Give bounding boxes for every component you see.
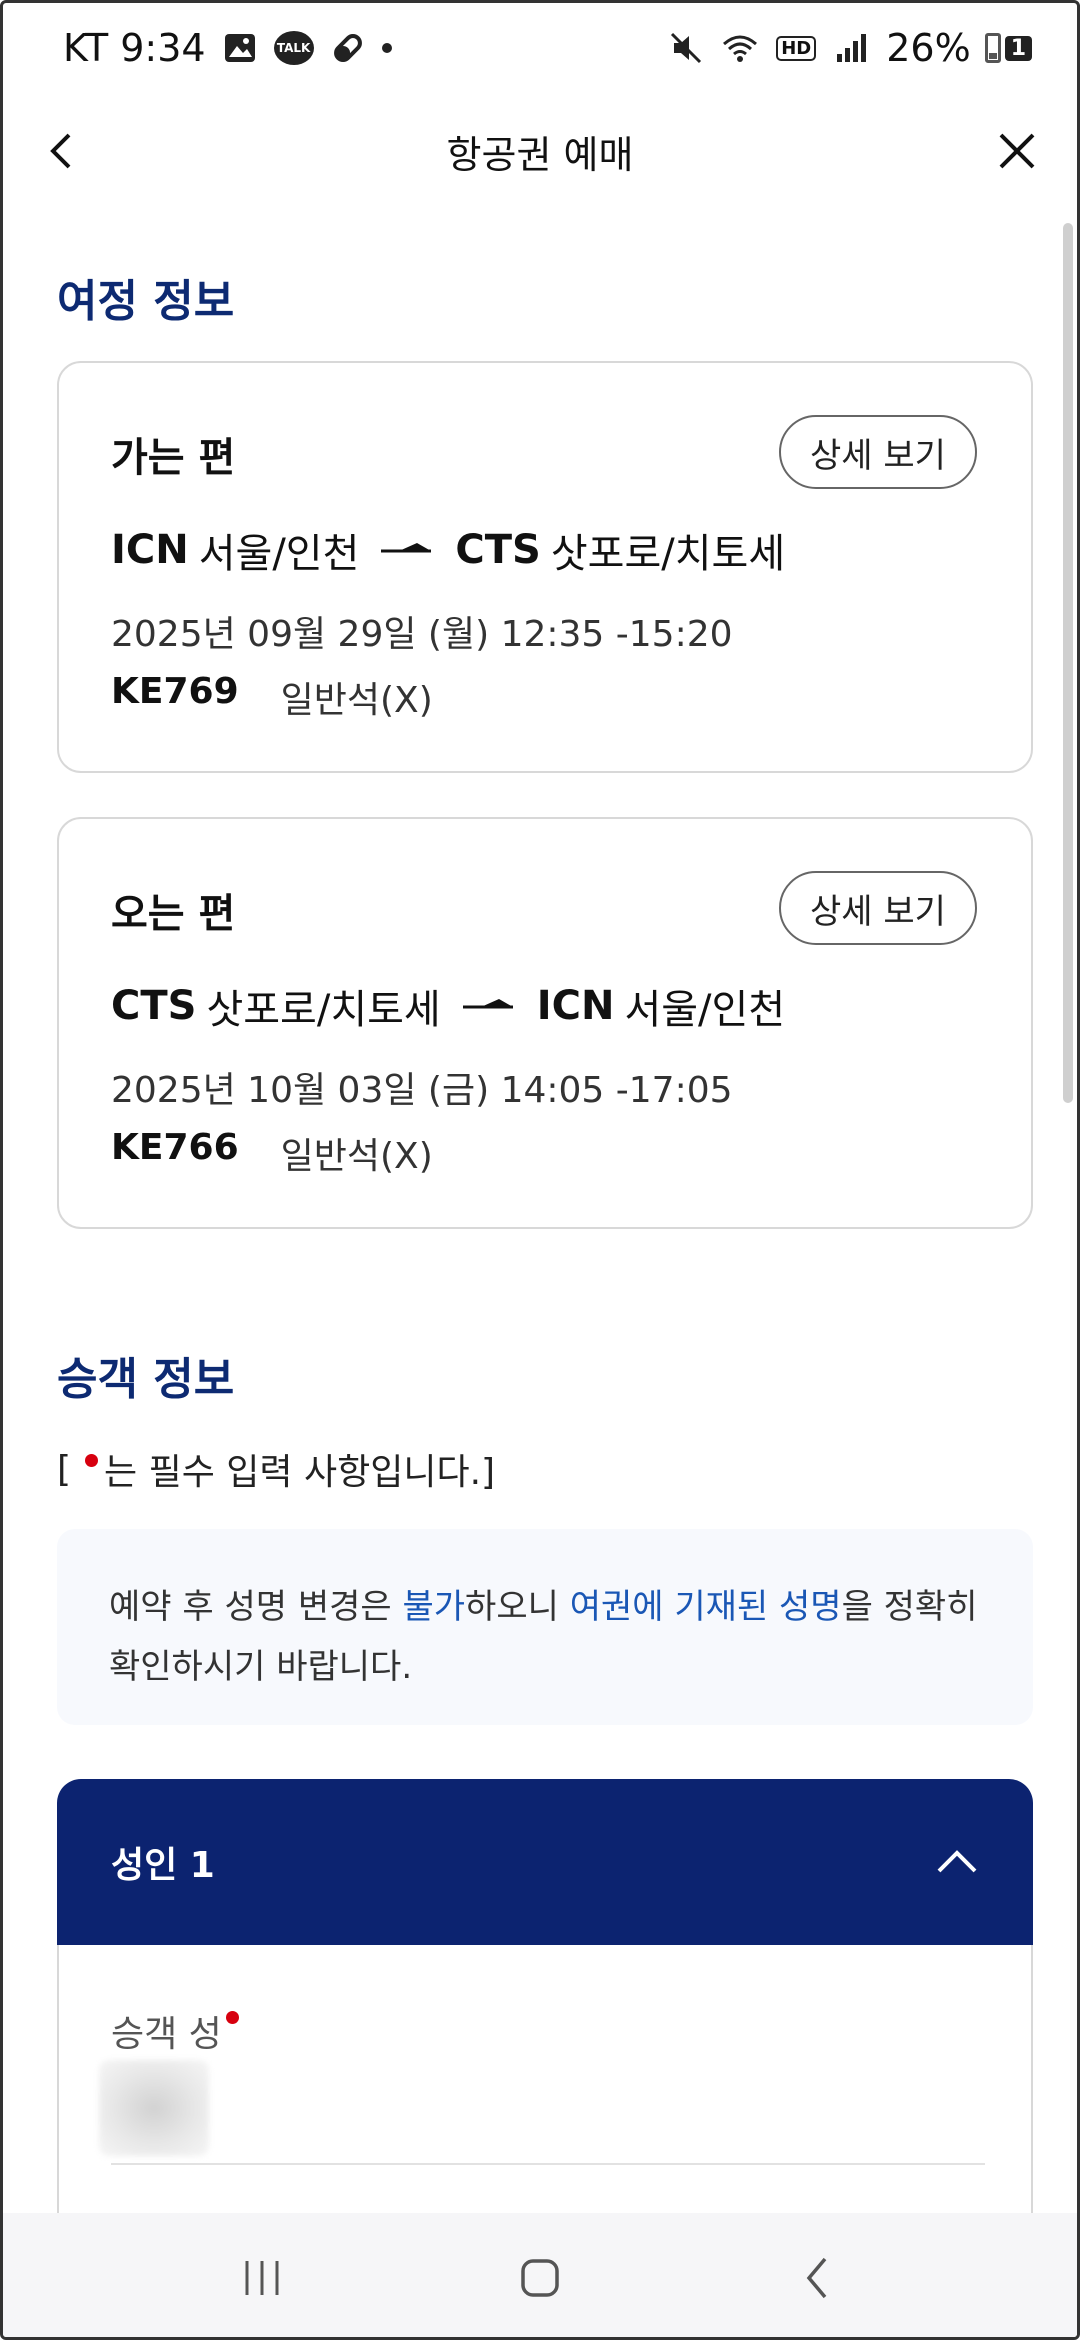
surname-label: 승객 성 — [111, 2005, 239, 2057]
flight-number: KE766 — [111, 1127, 239, 1168]
recent-apps-icon — [245, 2261, 279, 2295]
inbound-flight-info: KE766 일반석(X) — [111, 1127, 433, 1179]
chevron-up-icon — [937, 1850, 977, 1873]
home-button[interactable] — [500, 2238, 580, 2318]
carrier-time: KT 9:34 — [63, 26, 206, 70]
notification-dot — [381, 43, 392, 53]
phone-frame: KT 9:34 TALK HD 26% 1 항공권 예매 여정 정보 가는 편 … — [0, 0, 1080, 2340]
destination-code: ICN — [536, 983, 615, 1029]
home-icon — [521, 2259, 559, 2297]
name-change-notice: 예약 후 성명 변경은 불가하오니 여권에 기재된 성명을 정확히 확인하시기 … — [57, 1529, 1033, 1725]
origin-code: ICN — [111, 527, 189, 573]
close-icon — [999, 133, 1035, 169]
destination-city: 삿포로/치토세 — [550, 531, 786, 577]
app-header: 항공권 예매 — [3, 103, 1077, 199]
back-icon — [806, 2257, 827, 2299]
system-nav-bar — [3, 2213, 1077, 2337]
back-button[interactable] — [33, 121, 93, 181]
image-icon — [220, 28, 260, 68]
signal-icon — [832, 28, 872, 68]
flight-number: KE769 — [111, 671, 239, 712]
surname-input[interactable] — [99, 2060, 209, 2156]
outbound-datetime: 2025년 09월 29일 (월) 12:35 -15:20 — [111, 614, 733, 655]
mute-icon — [666, 28, 706, 68]
outbound-detail-button[interactable]: 상세 보기 — [779, 415, 977, 489]
passenger-accordion-label: 성인 1 — [111, 1845, 215, 1886]
hd-icon: HD — [774, 28, 818, 68]
flight-arrow-icon — [462, 999, 513, 1009]
cabin-class: 일반석(X) — [280, 680, 433, 721]
outbound-flight-info: KE769 일반석(X) — [111, 671, 433, 723]
kakaotalk-icon: TALK — [273, 31, 314, 65]
battery-percent: 26% — [886, 26, 971, 70]
cabin-class: 일반석(X) — [280, 1136, 433, 1177]
sim-badge: 1 — [1004, 35, 1032, 61]
outbound-route: ICN 서울/인천 CTS 삿포로/치토세 — [111, 521, 785, 579]
inbound-detail-button[interactable]: 상세 보기 — [779, 871, 977, 945]
close-button[interactable] — [987, 121, 1047, 181]
battery-icon: 1 — [984, 33, 1032, 63]
inbound-leg-label: 오는 편 — [111, 891, 236, 937]
origin-city: 삿포로/치토세 — [206, 987, 441, 1033]
inbound-datetime: 2025년 10월 03일 (금) 14:05 -17:05 — [111, 1070, 733, 1111]
inbound-card: 오는 편 상세 보기 CTS 삿포로/치토세 ICN 서울/인천 2025년 1… — [57, 817, 1033, 1229]
required-dot-icon — [85, 1453, 99, 1467]
passenger-form: 승객 성 — [57, 1945, 1033, 2245]
outbound-card: 가는 편 상세 보기 ICN 서울/인천 CTS 삿포로/치토세 2025년 0… — [57, 361, 1033, 773]
passenger-section-title: 승객 정보 — [57, 1354, 235, 1405]
origin-city: 서울/인천 — [198, 531, 360, 577]
system-back-button[interactable] — [778, 2238, 858, 2318]
passenger-accordion-header[interactable]: 성인 1 — [57, 1779, 1033, 1945]
wifi-icon — [720, 28, 760, 68]
itinerary-section-title: 여정 정보 — [57, 276, 235, 327]
recent-apps-button[interactable] — [222, 2238, 302, 2318]
required-note: [ 는 필수 입력 사항입니다.] — [57, 1448, 496, 1494]
outbound-leg-label: 가는 편 — [111, 435, 236, 481]
status-bar: KT 9:34 TALK HD 26% 1 — [3, 3, 1077, 93]
chevron-left-icon — [50, 133, 71, 169]
flight-arrow-icon — [381, 543, 432, 553]
required-dot-icon — [225, 2011, 239, 2024]
origin-code: CTS — [111, 983, 197, 1029]
surname-underline — [111, 2163, 985, 2165]
destination-code: CTS — [455, 527, 541, 573]
page-title: 항공권 예매 — [446, 132, 634, 177]
scrollbar[interactable] — [1063, 223, 1073, 1103]
inbound-route: CTS 삿포로/치토세 ICN 서울/인천 — [111, 977, 785, 1035]
destination-city: 서울/인천 — [624, 987, 786, 1033]
pill-icon — [328, 28, 368, 68]
